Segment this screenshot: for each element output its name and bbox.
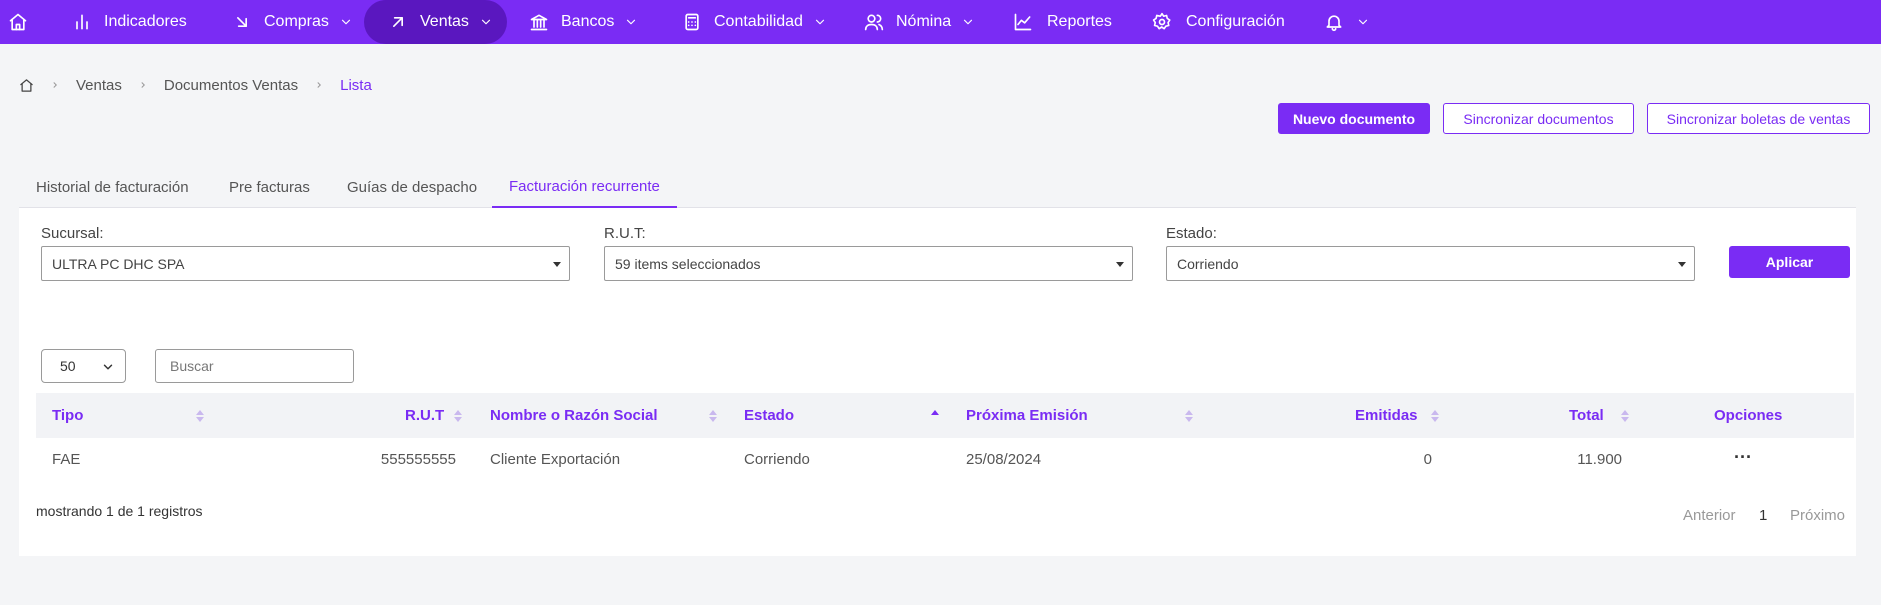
tabs: Historial de facturación Pre facturas Gu… [19,166,1856,208]
nav-label: Contabilidad [714,13,803,30]
pagination-next[interactable]: Próximo [1790,507,1845,524]
nav-label: Nómina [896,13,952,30]
chevron-down-icon [813,15,827,29]
calculator-icon [682,12,702,32]
column-header-opciones: Opciones [1714,407,1783,424]
cell-tipo: FAE [52,450,81,468]
sucursal-label: Sucursal: [41,225,104,242]
top-nav: Indicadores Compras Ventas Bancos Contab… [0,0,1881,44]
column-header-emitidas[interactable]: Emitidas [1355,393,1418,438]
sync-documents-button[interactable]: Sincronizar documentos [1443,103,1634,134]
breadcrumb-ventas[interactable]: Ventas [76,77,122,94]
sort-asc-icon[interactable] [931,410,939,422]
nav-item-ventas[interactable]: Ventas [388,0,493,44]
chevron-right-icon [138,80,148,90]
chevron-down-icon [1356,15,1370,29]
notifications-button[interactable] [1324,0,1370,44]
row-options-button[interactable]: ··· [1734,447,1752,467]
estado-value: Corriendo [1177,255,1239,272]
cell-emitidas: 0 [1423,450,1432,468]
chevron-down-icon [961,15,975,29]
bell-icon [1324,12,1344,32]
table-header: Tipo R.U.T Nombre o Razón Social Estado … [36,393,1854,438]
breadcrumb-documentos-ventas[interactable]: Documentos Ventas [164,77,298,94]
home-nav-button[interactable] [8,0,28,44]
chevron-down-icon [339,15,353,29]
nav-item-nomina[interactable]: Nómina [864,0,975,44]
arrow-down-right-icon [232,12,252,32]
column-header-rut[interactable]: R.U.T [405,393,444,438]
breadcrumb-current: Lista [340,76,372,94]
sucursal-select[interactable]: ULTRA PC DHC SPA [41,246,570,281]
records-count: mostrando 1 de 1 registros [36,503,203,519]
column-header-proxima-emision[interactable]: Próxima Emisión [966,393,1088,438]
per-page-value: 50 [60,358,76,374]
pagination-page[interactable]: 1 [1759,507,1767,524]
caret-down-icon [1116,262,1124,267]
column-header-estado[interactable]: Estado [744,393,794,438]
settings-icon [1152,12,1172,32]
nav-item-contabilidad[interactable]: Contabilidad [682,0,827,44]
nav-item-indicadores[interactable]: Indicadores [72,0,187,44]
sucursal-value: ULTRA PC DHC SPA [52,255,185,272]
chevron-down-icon [624,15,638,29]
nav-label: Reportes [1047,13,1112,30]
home-icon [8,12,28,32]
nav-label: Bancos [561,13,615,30]
sort-icon[interactable] [1621,410,1629,422]
cell-rut: 555555555 [380,450,456,468]
rut-label: R.U.T: [604,225,646,242]
home-icon[interactable] [19,78,34,93]
nav-item-compras[interactable]: Compras [232,0,353,44]
rut-select[interactable]: 59 items seleccionados [604,246,1133,281]
apply-button[interactable]: Aplicar [1729,246,1850,278]
rut-value: 59 items seleccionados [615,255,761,272]
caret-down-icon [1678,262,1686,267]
sort-icon[interactable] [196,410,204,422]
estado-label: Estado: [1166,225,1217,242]
tab-historial[interactable]: Historial de facturación [19,166,206,208]
column-header-total[interactable]: Total [1569,393,1604,438]
bank-icon [529,12,549,32]
cell-nombre: Cliente Exportación [490,450,621,468]
estado-select[interactable]: Corriendo [1166,246,1695,281]
cell-proxima-emision: 25/08/2024 [966,450,1042,468]
pagination-prev[interactable]: Anterior [1683,507,1736,524]
nav-item-bancos[interactable]: Bancos [529,0,638,44]
nav-label: Ventas [420,13,469,30]
tab-guias[interactable]: Guías de despacho [330,166,494,208]
line-chart-icon [1013,12,1033,32]
column-header-tipo[interactable]: Tipo [52,393,83,438]
arrow-up-right-icon [388,12,408,32]
chevron-right-icon [50,80,60,90]
nav-item-configuracion[interactable]: Configuración [1152,0,1285,44]
sort-icon[interactable] [709,410,717,422]
caret-down-icon [553,262,561,267]
new-document-button[interactable]: Nuevo documento [1278,103,1430,134]
users-icon [864,12,884,32]
sort-icon[interactable] [1431,410,1439,422]
cell-estado: Corriendo [744,450,810,468]
cell-total: 11.900 [1577,450,1622,468]
search-input[interactable] [155,349,354,383]
breadcrumb: Ventas Documentos Ventas Lista [19,76,372,94]
chevron-right-icon [314,80,324,90]
tab-facturacion-recurrente[interactable]: Facturación recurrente [492,166,677,208]
sync-receipts-button[interactable]: Sincronizar boletas de ventas [1647,103,1870,134]
nav-item-reportes[interactable]: Reportes [1013,0,1112,44]
chevron-down-icon [479,15,493,29]
sort-icon[interactable] [454,410,462,422]
sort-icon[interactable] [1185,410,1193,422]
bar-chart-icon [72,12,92,32]
tab-pre-facturas[interactable]: Pre facturas [212,166,327,208]
chevron-down-icon [101,360,115,374]
nav-label: Compras [264,13,329,30]
nav-label: Configuración [1186,13,1285,30]
per-page-select[interactable]: 50 [41,349,126,383]
nav-label: Indicadores [104,13,187,30]
column-header-nombre[interactable]: Nombre o Razón Social [490,393,658,438]
